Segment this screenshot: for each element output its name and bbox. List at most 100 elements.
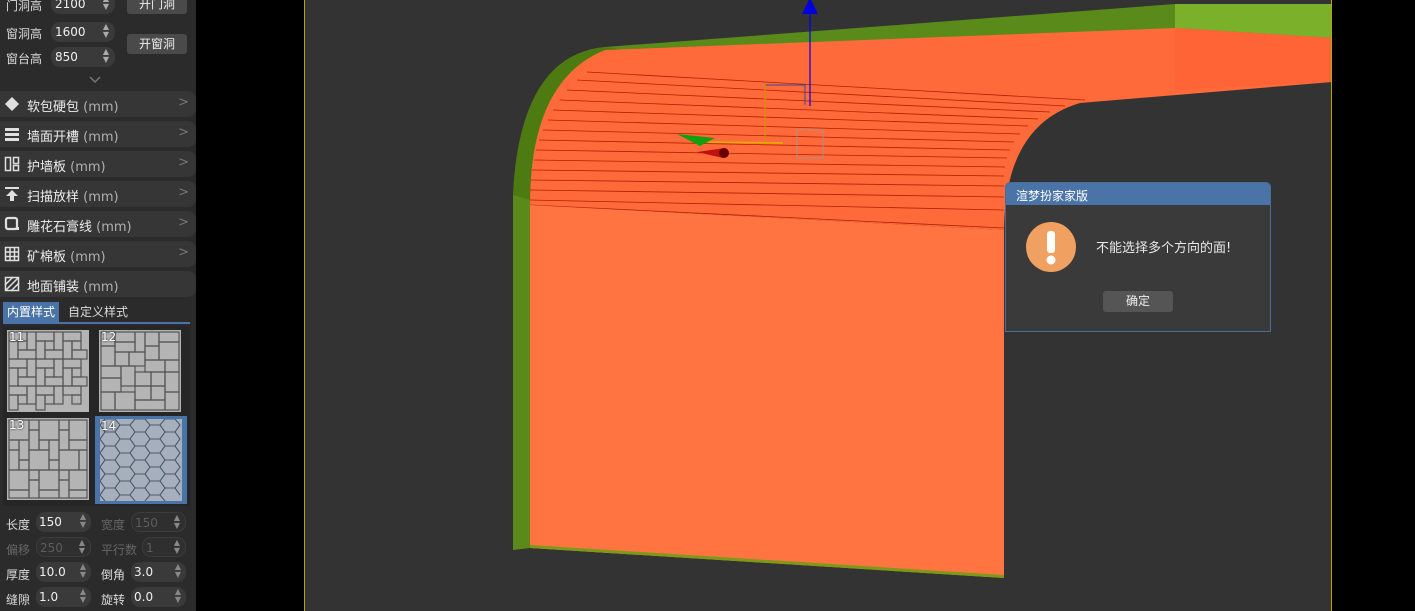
offset-value: 250 (40, 541, 63, 555)
pattern-tile[interactable]: 12 (99, 330, 181, 412)
warning-icon (1026, 222, 1076, 272)
lines-icon (5, 128, 19, 141)
sill-height-value: 850 (55, 50, 78, 64)
offset-spinbox: 250 ▲ ▼ (36, 537, 91, 557)
width-label: 宽度 (101, 518, 126, 532)
open-door-button[interactable]: 开门洞 (127, 0, 187, 14)
thickness-value: 10.0 (39, 565, 66, 579)
section-title: 软包硬包 (27, 100, 80, 115)
sill-height-row: 窗台高 850 ▲ ▼ (0, 47, 196, 69)
section-unit: (mm) (83, 130, 119, 145)
diamond-icon (5, 97, 19, 111)
section-mineral-board[interactable]: 矿棉板 (mm) > (0, 241, 196, 267)
viewport-border (1331, 0, 1332, 611)
section-unit: (mm) (70, 160, 106, 175)
section-soft-hard-pack[interactable]: 软包硬包 (mm) > (0, 91, 196, 117)
spin-arrows-icon: ▲ ▼ (78, 538, 86, 555)
hatch-icon (4, 276, 20, 292)
tools-panel: 门洞高 2100 ▲▼ 开门洞 窗洞高 1600 ▲▼ 开窗洞 窗台高 850 … (0, 0, 196, 611)
section-wainscot[interactable]: 护墙板 (mm) > (0, 151, 196, 177)
width-value: 150 (135, 516, 158, 530)
sweep-icon (5, 187, 19, 201)
dialog-titlebar[interactable]: 渲梦扮家家版 (1006, 183, 1270, 205)
pattern-tile[interactable]: 13 (7, 418, 89, 500)
section-sweep[interactable]: 扫描放样 (mm) > (0, 181, 196, 207)
section-unit: (mm) (83, 100, 119, 115)
chevron-right-icon: > (178, 185, 189, 200)
rotate-label: 旋转 (101, 593, 126, 607)
section-title: 护墙板 (27, 160, 67, 175)
dialog-title: 渲梦扮家家版 (1016, 189, 1089, 203)
chamfer-label: 倒角 (101, 568, 126, 582)
tab-builtin-styles[interactable]: 内置样式 (3, 302, 60, 322)
door-height-spinbox[interactable]: 2100 ▲▼ (51, 0, 115, 14)
section-plaster-molding[interactable]: 雕花石膏线 (mm) > (0, 211, 196, 237)
chamfer-value: 3.0 (134, 565, 154, 579)
thickness-spinbox[interactable]: 10.0 ▲ ▼ (36, 562, 91, 582)
param-row: 缝隙 1.0 ▲ ▼ 旋转 0.0 ▲ ▼ (0, 587, 196, 609)
length-value: 150 (39, 515, 62, 529)
chevron-right-icon: > (178, 155, 189, 170)
section-title: 矿棉板 (27, 250, 67, 265)
window-height-value: 1600 (55, 25, 86, 39)
spin-arrows-icon: ▲ ▼ (173, 538, 181, 555)
thickness-label: 厚度 (6, 568, 31, 582)
window-height-label: 窗洞高 (6, 27, 43, 41)
rotate-value: 0.0 (134, 590, 154, 604)
tile-number: 14 (101, 419, 117, 433)
param-row: 偏移 250 ▲ ▼ 平行数 1 ▲ ▼ (0, 537, 196, 559)
length-label: 长度 (6, 518, 31, 532)
spin-arrows-icon[interactable]: ▲▼ (78, 563, 88, 579)
section-title: 雕花石膏线 (27, 220, 93, 235)
offset-label: 偏移 (6, 543, 31, 557)
spin-arrows-icon[interactable]: ▲▼ (78, 588, 88, 604)
collapse-toggle[interactable] (0, 72, 196, 88)
gap-spinbox[interactable]: 1.0 ▲ ▼ (36, 587, 91, 607)
door-height-row: 门洞高 2100 ▲▼ 开门洞 (0, 0, 196, 16)
param-row: 厚度 10.0 ▲ ▼ 倒角 3.0 ▲ ▼ (0, 562, 196, 584)
section-unit: (mm) (96, 220, 132, 235)
tile-number: 12 (101, 330, 117, 344)
sill-height-label: 窗台高 (6, 52, 43, 66)
window-height-spinbox[interactable]: 1600 ▲ ▼ (51, 22, 115, 42)
spin-arrows-icon[interactable]: ▲▼ (78, 513, 88, 529)
length-spinbox[interactable]: 150 ▲ ▼ (36, 512, 91, 532)
spin-arrows-icon[interactable]: ▲▼ (173, 588, 183, 604)
dialog-message: 不能选择多个方向的面! (1096, 241, 1232, 256)
gap-label: 缝隙 (6, 593, 31, 607)
chevron-down-icon (89, 76, 101, 84)
param-row: 长度 150 ▲ ▼ 宽度 150 ▲ ▼ (0, 512, 196, 534)
tile-number: 13 (9, 418, 25, 432)
section-floor-paving[interactable]: 地面铺装 (mm) (0, 271, 196, 297)
spin-arrows-icon[interactable]: ▲▼ (173, 563, 183, 579)
parallel-count-spinbox: 1 ▲ ▼ (142, 537, 186, 557)
spin-arrows-icon[interactable]: ▲▼ (101, 23, 111, 41)
spin-arrows-icon[interactable]: ▲▼ (101, 48, 111, 66)
spin-arrows-icon: ▲ ▼ (173, 513, 181, 530)
spin-arrows-icon[interactable]: ▲▼ (101, 0, 111, 13)
pattern-tile-selected[interactable]: 14 (95, 416, 187, 504)
tab-custom-styles[interactable]: 自定义样式 (64, 302, 132, 322)
chevron-right-icon: > (178, 95, 189, 110)
ok-button[interactable]: 确定 (1103, 291, 1173, 312)
section-title: 地面铺装 (27, 280, 80, 295)
section-wall-groove[interactable]: 墙面开槽 (mm) > (0, 121, 196, 147)
tab-underline (3, 322, 190, 324)
width-spinbox: 150 ▲ ▼ (131, 512, 186, 532)
section-title: 扫描放样 (27, 190, 80, 205)
grid-icon (4, 246, 20, 262)
rotate-spinbox[interactable]: 0.0 ▲ ▼ (131, 587, 186, 607)
door-height-label: 门洞高 (6, 0, 43, 13)
section-unit: (mm) (83, 280, 119, 295)
chevron-right-icon: > (178, 245, 189, 260)
alert-dialog: 渲梦扮家家版 不能选择多个方向的面! 确定 (1005, 182, 1271, 332)
chamfer-spinbox[interactable]: 3.0 ▲ ▼ (131, 562, 186, 582)
chevron-right-icon: > (178, 215, 189, 230)
pattern-tile[interactable]: 11 (7, 330, 89, 412)
molding-icon (4, 216, 19, 231)
chevron-right-icon: > (178, 125, 189, 140)
gap-value: 1.0 (39, 590, 59, 604)
parallel-count-value: 1 (146, 541, 154, 555)
section-unit: (mm) (70, 250, 106, 265)
sill-height-spinbox[interactable]: 850 ▲ ▼ (51, 47, 115, 67)
